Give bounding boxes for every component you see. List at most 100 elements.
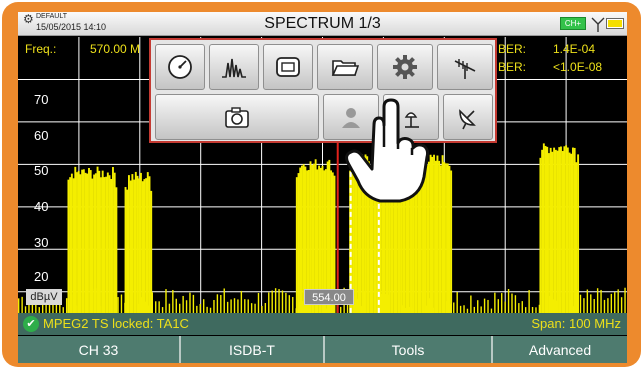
screenshot-button[interactable] xyxy=(155,94,319,140)
noise-bar xyxy=(586,289,589,313)
channel-trace-bar xyxy=(115,187,118,313)
noise-bar xyxy=(257,292,260,313)
channel-trace-bar xyxy=(568,152,571,313)
noise-bar xyxy=(189,292,191,313)
settings-button[interactable] xyxy=(377,44,433,90)
channel-trace-bar xyxy=(128,175,130,313)
channel-trace-bar xyxy=(103,177,106,313)
channel-trace-bar xyxy=(100,177,102,313)
channel-trace-bar xyxy=(577,154,580,313)
channel-trace-bar xyxy=(434,160,437,313)
noise-bar xyxy=(247,299,249,313)
channel-trace-bar xyxy=(558,147,561,313)
softkey-standard[interactable]: ISDB-T xyxy=(181,336,325,363)
channel-trace-bar xyxy=(136,175,139,313)
channel-trace-bar xyxy=(575,162,578,313)
channel-trace-bar xyxy=(77,170,80,313)
channel-trace-bar xyxy=(126,189,129,313)
channel-trace-bar xyxy=(553,147,556,313)
noise-bar xyxy=(254,303,256,313)
channel-trace-bar xyxy=(433,154,435,313)
channel-trace-bar xyxy=(84,172,87,313)
noise-bar xyxy=(216,294,219,313)
noise-bar xyxy=(18,298,20,313)
noise-bar xyxy=(463,305,465,313)
channel-trace-bar xyxy=(565,145,568,313)
channel-trace-bar xyxy=(139,172,142,313)
channel-trace-bar xyxy=(446,163,449,313)
channel-trace-bar xyxy=(148,176,151,313)
ber-value-1: 1.4E-04 xyxy=(553,42,596,56)
noise-bar xyxy=(185,300,188,313)
noise-bar xyxy=(514,295,517,313)
noise-bar xyxy=(213,300,215,313)
noise-bar xyxy=(165,289,167,313)
noise-bar xyxy=(220,295,222,313)
noise-bar xyxy=(487,299,489,313)
spectrum-waveform-icon xyxy=(222,58,246,78)
noise-bar xyxy=(278,289,280,313)
channel-trace-bar xyxy=(150,190,153,313)
noise-bar xyxy=(288,295,291,313)
noise-bar xyxy=(24,306,27,313)
noise-bar xyxy=(456,291,458,313)
noise-bar xyxy=(168,303,171,313)
channel-trace-bar xyxy=(67,179,70,313)
noise-bar xyxy=(268,292,270,313)
channel-trace-bar xyxy=(108,175,111,313)
softkey-bar: CH 33 ISDB-T Tools Advanced xyxy=(18,336,627,363)
noise-bar xyxy=(264,303,267,313)
softkey-channel[interactable]: CH 33 xyxy=(18,336,181,363)
touch-hand-icon xyxy=(345,98,430,203)
channel-trace-bar xyxy=(541,149,544,313)
channel-trace-bar xyxy=(70,173,73,313)
file-manager-button[interactable] xyxy=(317,44,373,90)
channel-trace-bar xyxy=(436,155,439,313)
channel-trace-bar xyxy=(544,145,547,313)
noise-bar xyxy=(501,293,503,313)
noise-bar xyxy=(285,292,287,313)
marker-frequency-readout: 554.00 xyxy=(304,289,354,305)
noise-bar xyxy=(483,298,486,313)
channel-trace-bar xyxy=(93,174,96,313)
noise-bar xyxy=(610,293,613,313)
y-tick-label: 70 xyxy=(34,92,49,107)
channel-trace-bar xyxy=(143,179,146,313)
noise-bar xyxy=(172,289,174,313)
noise-bar xyxy=(65,298,68,313)
noise-bar xyxy=(155,301,157,313)
noise-bar xyxy=(274,288,277,313)
softkey-tools[interactable]: Tools xyxy=(325,336,493,363)
y-tick-label: 30 xyxy=(34,235,49,250)
softkey-advanced[interactable]: Advanced xyxy=(493,336,627,363)
ber-value-2: <1.0E-08 xyxy=(553,60,603,74)
channel-trace-bar xyxy=(145,178,148,313)
noise-bar xyxy=(261,305,263,313)
channel-trace-bar xyxy=(570,153,573,313)
channel-trace-bar xyxy=(566,147,569,313)
channel-trace-bar xyxy=(438,160,441,313)
channel-trace-bar xyxy=(443,162,446,313)
gauge-icon xyxy=(168,55,192,79)
channel-trace-bar xyxy=(299,167,302,313)
channel-trace-bar xyxy=(439,165,442,313)
spectrum-analyzer-button[interactable] xyxy=(209,44,259,90)
satellite-button[interactable] xyxy=(443,94,493,140)
noise-bar xyxy=(507,289,510,313)
span-readout: Span: 100 MHz xyxy=(531,316,621,331)
noise-bar xyxy=(620,297,623,313)
channel-trace-bar xyxy=(81,169,84,313)
noise-bar xyxy=(583,298,585,313)
display-mode-button[interactable] xyxy=(263,44,313,90)
measure-gauge-button[interactable] xyxy=(155,44,205,90)
noise-bar xyxy=(21,296,23,313)
camera-icon xyxy=(225,107,249,128)
noise-bar xyxy=(511,293,513,313)
frequency-label: Freq.: xyxy=(25,42,57,56)
screen-title: SPECTRUM 1/3 xyxy=(264,15,381,32)
channel-trace-bar xyxy=(133,179,136,313)
antenna-button[interactable] xyxy=(437,44,493,90)
channel-trace-bar xyxy=(91,178,94,313)
channel-trace-bar xyxy=(76,172,78,313)
noise-bar xyxy=(226,301,229,313)
